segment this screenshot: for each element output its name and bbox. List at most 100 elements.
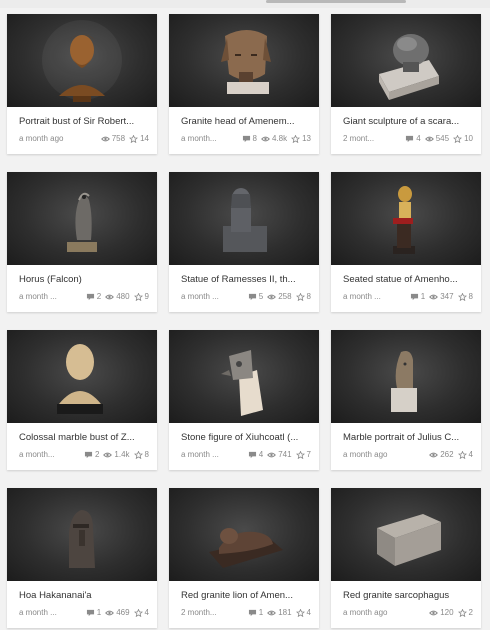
like-count[interactable]: 8 <box>295 292 311 301</box>
model-title[interactable]: Red granite sarcophagus <box>343 590 471 601</box>
card-info: Marble portrait of Julius C... a month ag… <box>331 423 481 470</box>
like-count-value: 8 <box>306 292 311 301</box>
model-thumbnail[interactable] <box>7 172 157 265</box>
like-count[interactable]: 9 <box>133 292 149 301</box>
star-icon <box>295 292 307 301</box>
comment-icon <box>248 451 259 459</box>
eye-icon <box>429 451 440 459</box>
seated-statue-icon <box>223 188 267 252</box>
upload-age: a month ago <box>343 608 388 617</box>
model-card[interactable]: Red granite lion of Amen... 2 month... 1 18… <box>169 488 319 628</box>
model-title[interactable]: Red granite lion of Amen... <box>181 590 309 601</box>
like-count-value: 7 <box>306 450 311 459</box>
model-thumbnail[interactable] <box>169 488 319 581</box>
model-title[interactable]: Statue of Ramesses II, th... <box>181 274 309 285</box>
comment-count-value: 5 <box>258 292 264 301</box>
card-info: Red granite lion of Amen... 2 month... 1 18… <box>169 581 319 628</box>
star-icon <box>133 292 145 301</box>
model-title[interactable]: Colossal marble bust of Z... <box>19 432 147 443</box>
view-count: 347 <box>429 292 454 301</box>
model-card[interactable]: Horus (Falcon) a month ... 2 480 9 <box>7 172 157 312</box>
like-count[interactable]: 2 <box>457 608 473 617</box>
model-title[interactable]: Granite head of Amenem... <box>181 116 309 127</box>
like-count[interactable]: 4 <box>295 608 311 617</box>
model-thumbnail[interactable] <box>7 488 157 581</box>
card-info: Stone figure of Xiuhcoatl (... a month ..… <box>169 423 319 470</box>
like-count[interactable]: 14 <box>129 134 149 143</box>
star-icon <box>295 450 307 459</box>
like-count[interactable]: 8 <box>457 292 473 301</box>
model-card[interactable]: Red granite sarcophagus a month ago 120 2 <box>331 488 481 628</box>
upload-age: a month ago <box>19 134 64 143</box>
model-card[interactable]: Granite head of Amenem... a month... 8 4.8k… <box>169 14 319 154</box>
falcon-statue-icon <box>67 192 97 252</box>
model-title[interactable]: Stone figure of Xiuhcoatl (... <box>181 432 309 443</box>
like-count-value: 13 <box>302 134 311 143</box>
model-title[interactable]: Marble portrait of Julius C... <box>343 432 471 443</box>
model-thumbnail[interactable] <box>331 330 481 423</box>
like-count-value: 4 <box>468 450 473 459</box>
model-thumbnail[interactable] <box>7 14 157 107</box>
card-info: Portrait bust of Sir Robert... a month ag… <box>7 107 157 154</box>
model-title[interactable]: Hoa Hakananai'a <box>19 590 147 601</box>
model-meta: a month... 8 4.8k 13 <box>181 134 311 143</box>
star-icon <box>453 134 464 143</box>
bronze-bust-icon <box>42 20 122 102</box>
model-card[interactable]: Portrait bust of Sir Robert... a month ag… <box>7 14 157 154</box>
card-info: Hoa Hakananai'a a month ... 1 469 4 <box>7 581 157 628</box>
model-thumbnail[interactable] <box>331 14 481 107</box>
model-card[interactable]: Stone figure of Xiuhcoatl (... a month ..… <box>169 330 319 470</box>
like-count[interactable]: 13 <box>291 134 311 143</box>
eye-icon <box>261 135 272 143</box>
view-count: 4.8k <box>261 134 287 143</box>
model-thumbnail[interactable] <box>331 488 481 581</box>
model-thumbnail[interactable] <box>169 172 319 265</box>
model-card[interactable]: Seated statue of Amenho... a month ... 1 34… <box>331 172 481 312</box>
model-thumbnail[interactable] <box>331 172 481 265</box>
model-card[interactable]: Marble portrait of Julius C... a month ag… <box>331 330 481 470</box>
model-card[interactable]: Colossal marble bust of Z... a month... 2 1… <box>7 330 157 470</box>
comment-count: 1 <box>248 608 263 617</box>
star-icon <box>457 608 469 617</box>
model-meta: a month ago 262 4 <box>343 450 473 459</box>
model-title[interactable]: Horus (Falcon) <box>19 274 147 285</box>
comment-icon <box>405 135 416 143</box>
eye-icon <box>105 293 116 301</box>
model-title[interactable]: Seated statue of Amenho... <box>343 274 471 285</box>
upload-age: 2 month... <box>181 608 217 617</box>
like-count-value: 10 <box>464 134 473 143</box>
model-meta: a month ... 2 480 9 <box>19 292 149 301</box>
model-card[interactable]: Statue of Ramesses II, th... a month ... 5… <box>169 172 319 312</box>
like-count[interactable]: 7 <box>295 450 311 459</box>
moai-statue-icon <box>69 510 95 568</box>
like-count-value: 4 <box>306 608 311 617</box>
like-count[interactable]: 4 <box>133 608 149 617</box>
model-thumbnail[interactable] <box>169 330 319 423</box>
view-count-value: 545 <box>435 134 450 143</box>
upload-age: 2 mont... <box>343 134 375 143</box>
like-count[interactable]: 4 <box>457 450 473 459</box>
model-thumbnail[interactable] <box>7 330 157 423</box>
view-count-value: 1.4k <box>114 450 130 459</box>
model-title[interactable]: Giant sculpture of a scara... <box>343 116 471 127</box>
model-meta: a month... 2 1.4k 8 <box>19 450 149 459</box>
model-card[interactable]: Giant sculpture of a scara... 2 mont... 4 5… <box>331 14 481 154</box>
like-count[interactable]: 8 <box>133 450 149 459</box>
model-thumbnail[interactable] <box>169 14 319 107</box>
upload-age: a month ... <box>343 292 381 301</box>
serpent-figure-icon <box>221 350 263 416</box>
comment-count-value: 2 <box>94 450 100 459</box>
card-info: Red granite sarcophagus a month ago 120 2 <box>331 581 481 628</box>
like-count-value: 14 <box>140 134 149 143</box>
like-count-value: 9 <box>144 292 149 301</box>
model-title[interactable]: Portrait bust of Sir Robert... <box>19 116 147 127</box>
upload-age: a month... <box>181 134 217 143</box>
card-info: Giant sculpture of a scara... 2 mont... 4 5… <box>331 107 481 154</box>
comment-icon <box>410 293 421 301</box>
model-card[interactable]: Hoa Hakananai'a a month ... 1 469 4 <box>7 488 157 628</box>
like-count[interactable]: 10 <box>453 134 473 143</box>
upload-age: a month ... <box>181 450 219 459</box>
star-icon <box>133 450 145 459</box>
star-icon <box>291 134 302 143</box>
eye-icon <box>429 609 440 617</box>
